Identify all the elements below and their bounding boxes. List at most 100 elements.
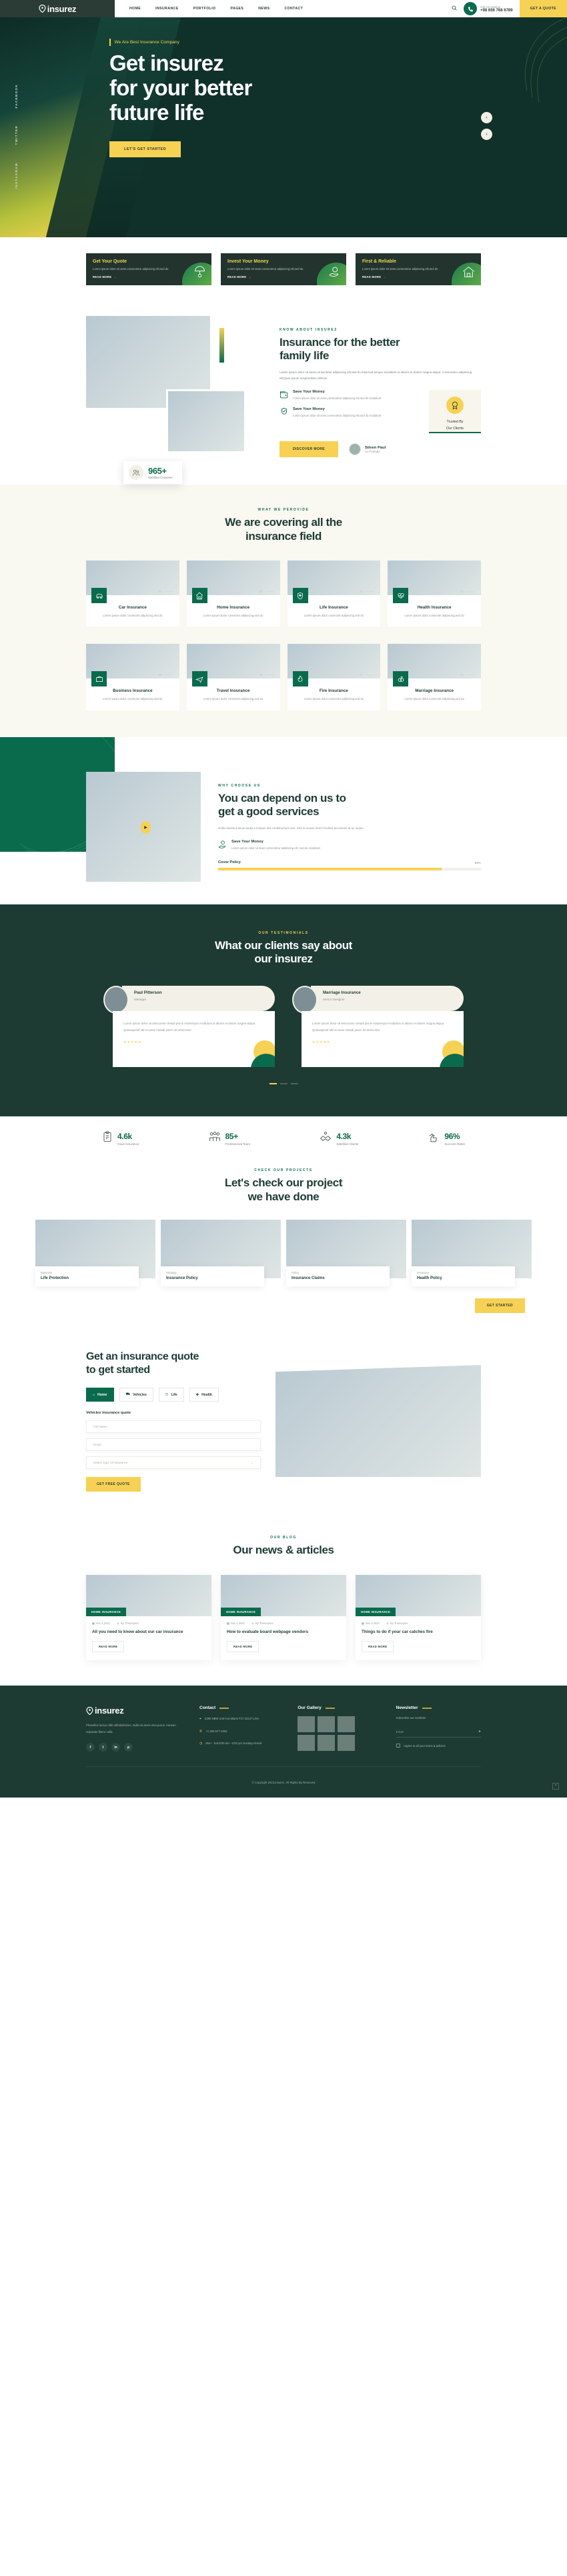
- blog-read-more-button[interactable]: READ MORE: [227, 1641, 259, 1653]
- user-icon: ☺: [386, 1621, 390, 1625]
- tab-vehicles[interactable]: ⛟ Vehicles: [119, 1388, 153, 1402]
- chevron-left-icon[interactable]: ‹: [481, 112, 492, 123]
- gallery-thumb[interactable]: [338, 1735, 356, 1752]
- award-badge-icon: [446, 396, 464, 414]
- call-number[interactable]: +98 656 768 6789: [480, 9, 513, 13]
- gallery-thumb[interactable]: [318, 1735, 336, 1752]
- service-card-life[interactable]: 03 Life Insurance Lorem ipsum dolor cons…: [287, 561, 381, 627]
- get-a-quote-button[interactable]: GET A QUOTE: [519, 0, 567, 17]
- blog-date: ▤ Nov 4,2022: [92, 1621, 110, 1625]
- newsletter-agree-row[interactable]: I agree to all your terms & policies: [396, 1744, 481, 1748]
- blog-author: ☺ By Themepure: [116, 1621, 139, 1625]
- newsletter-email-input[interactable]: Email ➤: [396, 1725, 481, 1738]
- footer-newsletter-heading: Newsletter: [396, 1706, 418, 1711]
- project-card-insurance-policy[interactable]: Strategy Insurance Policy: [161, 1220, 281, 1287]
- nav-item-news[interactable]: NEWS: [258, 7, 269, 11]
- pinterest-icon[interactable]: p: [124, 1743, 133, 1752]
- pagination-dot-1[interactable]: [269, 1083, 277, 1085]
- agree-checkbox[interactable]: [396, 1744, 400, 1748]
- blog-card[interactable]: HOME INSURANCE ▤ Nov 4,2022 ☺ By Themepure…: [86, 1574, 211, 1661]
- service-card-business[interactable]: 05 Business Insurance Lorem ipsum dolor …: [86, 644, 179, 710]
- feature-card-invest[interactable]: Invest Your Money Lorem ipsum dolor sit …: [221, 253, 346, 285]
- play-icon[interactable]: ▶: [141, 820, 151, 834]
- feature-cards-section: Get Your Quote Lorem ipsum dolor sit ame…: [0, 237, 567, 305]
- project-card-insurance-claims[interactable]: Policy Insurance Claims: [286, 1220, 406, 1287]
- nav-item-insurance[interactable]: INSURANCE: [155, 7, 178, 11]
- blog-card[interactable]: HOME INSURANCE ▤ Nov 4,2022 ☺ By Themepure…: [356, 1574, 481, 1661]
- brand-logo[interactable]: insurez: [39, 4, 77, 14]
- project-card-health-policy[interactable]: Insurance Health Policy: [412, 1220, 532, 1287]
- car-icon: ⛟: [125, 1392, 131, 1397]
- get-started-button[interactable]: GET STARTED: [474, 1298, 525, 1314]
- nav-item-portfolio[interactable]: PORTFOLIO: [193, 7, 216, 11]
- feature-card-readmore[interactable]: READ MORE →: [362, 275, 474, 279]
- full-name-input[interactable]: Full Name: [86, 1420, 261, 1434]
- blog-post-title[interactable]: How to evaluate board webpage vendors: [227, 1629, 340, 1636]
- feature-card-readmore[interactable]: READ MORE →: [227, 275, 340, 279]
- service-card-health[interactable]: 04 Health Insurance Lorem ipsum dolor co…: [388, 561, 481, 627]
- accent-bar: [219, 328, 224, 363]
- chevron-right-icon[interactable]: ›: [481, 129, 492, 140]
- tab-health[interactable]: ✚ Health: [189, 1388, 219, 1402]
- testimonials-section: OUR TESTIMONIALS What our clients say ab…: [0, 904, 567, 1117]
- service-card-marriage[interactable]: 08 Marriage Insurance Lorem ipsum dolor …: [388, 644, 481, 710]
- tab-home[interactable]: ⌂ Home: [86, 1388, 114, 1402]
- blog-image: HOME INSURANCE: [221, 1574, 346, 1616]
- chevron-up-icon[interactable]: ^: [552, 1783, 559, 1790]
- hero-cta-button[interactable]: LET'S GET STARTED: [109, 141, 181, 157]
- service-card-home[interactable]: 02 Home Insurance Lorem ipsum dolor cons…: [186, 561, 280, 627]
- linkedin-icon[interactable]: in: [111, 1743, 120, 1752]
- phone-icon: ✆: [199, 1729, 203, 1734]
- service-card-travel[interactable]: 06 Travel Insurance Lorem ipsum dolor co…: [186, 644, 280, 710]
- nav-item-pages[interactable]: PAGES: [230, 7, 243, 11]
- pagination-dot-2[interactable]: [279, 1083, 288, 1085]
- service-number: 02: [259, 590, 274, 593]
- nav-item-home[interactable]: HOME: [129, 7, 141, 11]
- blog-read-more-button[interactable]: READ MORE: [92, 1641, 125, 1653]
- feature-card-reliable[interactable]: First & Reliable Lorem ipsum dolor sit a…: [356, 253, 481, 285]
- nav-item-contact[interactable]: CONTACT: [284, 7, 303, 11]
- social-instagram[interactable]: INSTAGRAM: [15, 163, 18, 189]
- twitter-icon[interactable]: t: [99, 1743, 107, 1752]
- gallery-thumb[interactable]: [318, 1716, 336, 1733]
- hand-coin-icon: [218, 840, 227, 849]
- service-card-car[interactable]: 01 Car Insurance Lorem ipsum dolor conse…: [86, 561, 179, 627]
- insurance-type-select[interactable]: Select Type Of Insurance ⌄: [86, 1456, 261, 1470]
- call-us-block[interactable]: Call Us Anytime +98 656 768 6789: [464, 2, 513, 15]
- blog-read-more-button[interactable]: READ MORE: [362, 1641, 394, 1653]
- blog-image: HOME INSURANCE: [356, 1574, 481, 1616]
- about-content: KNOW ABOUT INSUREZ Insurance for the bet…: [279, 316, 481, 458]
- project-card-life-protection[interactable]: Business Life Protection: [35, 1220, 155, 1287]
- blog-card[interactable]: HOME INSURANCE ▤ Nov 4,2022 ☺ By Themepure…: [221, 1574, 346, 1661]
- tab-life[interactable]: ♡ Life: [158, 1388, 184, 1402]
- blog-post-title[interactable]: Things to do if your car catches fire: [362, 1629, 475, 1636]
- progress-bar-cover-policy: Cover Policy 85%: [218, 860, 481, 871]
- projects-section: CHECK OUR PROJECTS Let's check our proje…: [0, 1158, 567, 1334]
- social-twitter[interactable]: TWITTER: [15, 125, 18, 145]
- send-icon[interactable]: ➤: [478, 1730, 481, 1734]
- shield-pin-icon: [86, 1706, 93, 1715]
- get-free-quote-button[interactable]: GET FREE QUOTE: [86, 1477, 141, 1492]
- hand-coin-icon: [329, 266, 340, 281]
- logo-container[interactable]: insurez: [0, 0, 115, 17]
- blog-post-title[interactable]: All you need to know about our car insur…: [92, 1629, 205, 1636]
- social-facebook[interactable]: FACEBOOK: [15, 84, 18, 108]
- quote-title: Get an insurance quote to get started: [86, 1350, 261, 1377]
- search-icon[interactable]: [452, 5, 457, 12]
- service-card-fire[interactable]: 07 Fire Insurance Lorem ipsum dolor cons…: [287, 644, 381, 710]
- discover-more-button[interactable]: DISCOVER MORE: [279, 441, 338, 458]
- feature-card-readmore[interactable]: READ MORE →: [93, 275, 205, 279]
- gallery-thumb[interactable]: [298, 1735, 316, 1752]
- gallery-thumb[interactable]: [338, 1716, 356, 1733]
- pagination-dot-3[interactable]: [290, 1083, 298, 1085]
- copyright-text: © Copyright 2023,Insurez. All Rights By …: [251, 1781, 316, 1785]
- arrow-right-icon: →: [383, 275, 386, 279]
- contact-address: ⌖ 2390 NBW 2nd Ave,Miami FLT 33127,USA: [199, 1716, 284, 1723]
- contact-phone[interactable]: ✆ +1 305 677-4352: [199, 1729, 284, 1736]
- email-input[interactable]: Email: [86, 1438, 261, 1452]
- blog-author: ☺ By Themepure: [386, 1621, 408, 1625]
- gallery-thumb[interactable]: [298, 1716, 316, 1733]
- feature-card-quote[interactable]: Get Your Quote Lorem ipsum dolor sit ame…: [86, 253, 211, 285]
- footer-logo[interactable]: insurez: [86, 1706, 186, 1716]
- facebook-icon[interactable]: f: [86, 1743, 95, 1752]
